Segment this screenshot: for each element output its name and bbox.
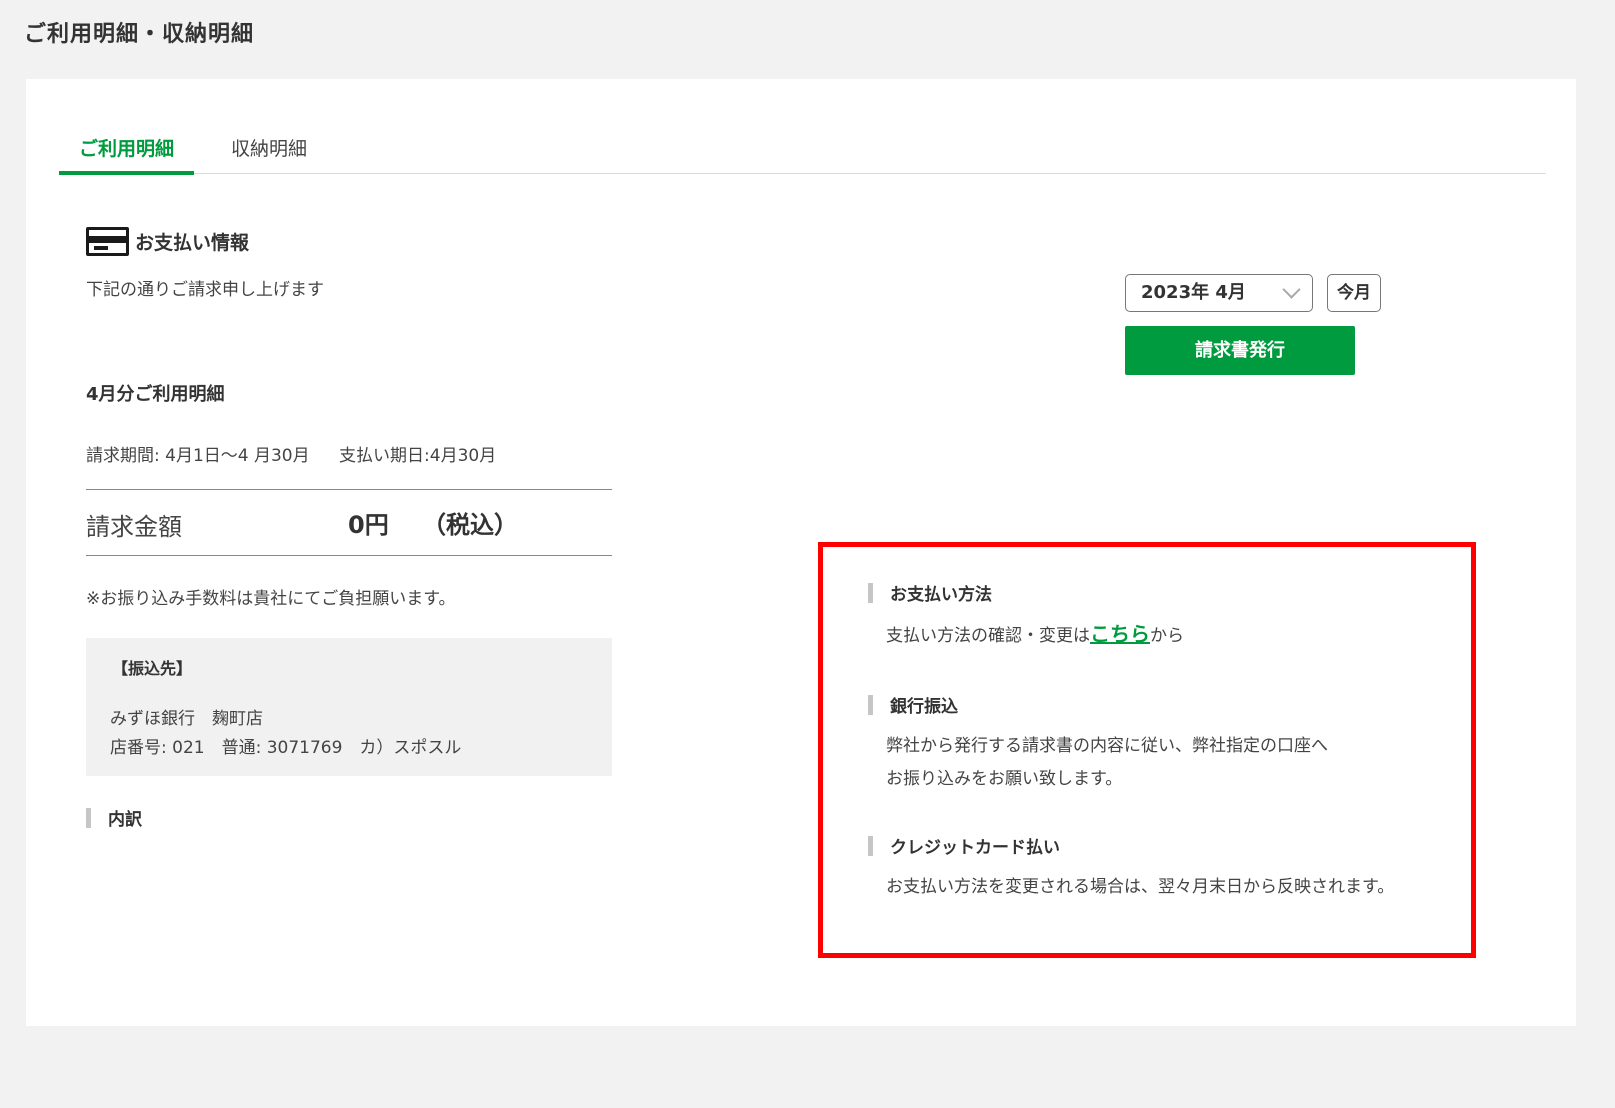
main-card: ご利用明細 収納明細 お支払い情報 下記の通りご請求申し上げます 2023年 4… — [26, 79, 1576, 1026]
breakdown-section: 内訳 — [86, 805, 142, 830]
issue-invoice-button[interactable]: 請求書発行 — [1125, 326, 1355, 375]
credit-card-text: お支払い方法を変更される場合は、翌々月末日から反映されます。 — [886, 877, 1395, 897]
transfer-destination-box: 【振込先】 みずほ銀行 麹町店 店番号: 021 普通: 3071769 カ）ス… — [86, 638, 612, 776]
billing-amount-label: 請求金額 — [86, 513, 182, 541]
payment-method-title: お支払い方法 — [890, 585, 992, 605]
tab-receipt-details[interactable]: 収納明細 — [214, 125, 324, 174]
billing-amount-tax: （税込） — [422, 511, 518, 539]
payment-info-title: お支払い情報 — [135, 232, 250, 254]
payment-method-info-box: お支払い方法 支払い方法の確認・変更はこちらから 銀行振込 弊社から発行する請求… — [818, 542, 1476, 958]
credit-card-icon — [86, 227, 129, 256]
section-marker-bar — [868, 582, 873, 603]
billing-period: 請求期間: 4月1日〜4 月30月 支払い期日:4月30月 — [86, 441, 496, 466]
credit-card-section: クレジットカード払い お支払い方法を変更される場合は、翌々月末日から反映されます… — [868, 833, 1394, 904]
bank-transfer-title: 銀行振込 — [890, 697, 958, 717]
payment-method-section: お支払い方法 支払い方法の確認・変更はこちらから — [868, 580, 1184, 653]
section-marker-bar — [86, 807, 91, 828]
payment-due-text: 支払い期日:4月30月 — [339, 446, 497, 466]
bank-transfer-text: 弊社から発行する請求書の内容に従い、弊社指定の口座へ お振り込みをお願い致します… — [886, 736, 1328, 789]
payment-info-subtitle: 下記の通りご請求申し上げます — [86, 280, 324, 300]
billing-period-text: 請求期間: 4月1日〜4 月30月 — [86, 446, 310, 466]
payment-info-header: お支払い情報 — [86, 227, 249, 256]
bank-transfer-section: 銀行振込 弊社から発行する請求書の内容に従い、弊社指定の口座へ お振り込みをお願… — [868, 692, 1328, 796]
chevron-down-icon — [1282, 280, 1301, 299]
this-month-button[interactable]: 今月 — [1327, 274, 1381, 312]
page-title: ご利用明細・収納明細 — [24, 22, 255, 47]
section-marker-bar — [868, 694, 873, 715]
breakdown-label: 内訳 — [108, 810, 142, 830]
month-select-value: 2023年 4月 — [1141, 282, 1246, 303]
tab-usage-details[interactable]: ご利用明細 — [59, 125, 194, 175]
payment-method-link[interactable]: こちら — [1090, 622, 1150, 646]
tab-bar: ご利用明細 収納明細 — [59, 125, 1546, 175]
payment-method-text: 支払い方法の確認・変更はこちらから — [886, 622, 1184, 646]
billing-amount-row: 請求金額 0円 （税込） — [86, 489, 612, 556]
transfer-bank: みずほ銀行 麹町店 — [110, 709, 263, 729]
billing-amount-value: 0円 — [348, 511, 389, 539]
transfer-account: 店番号: 021 普通: 3071769 カ）スポスル — [110, 738, 462, 758]
credit-card-title: クレジットカード払い — [890, 838, 1060, 858]
transfer-title: 【振込先】 — [112, 659, 193, 678]
transfer-fee-note: ※お振り込み手数料は貴社にてご負担願います。 — [86, 589, 456, 609]
section-marker-bar — [868, 835, 873, 856]
statement-heading: 4月分ご利用明細 — [86, 384, 225, 405]
month-select[interactable]: 2023年 4月 — [1125, 274, 1313, 312]
